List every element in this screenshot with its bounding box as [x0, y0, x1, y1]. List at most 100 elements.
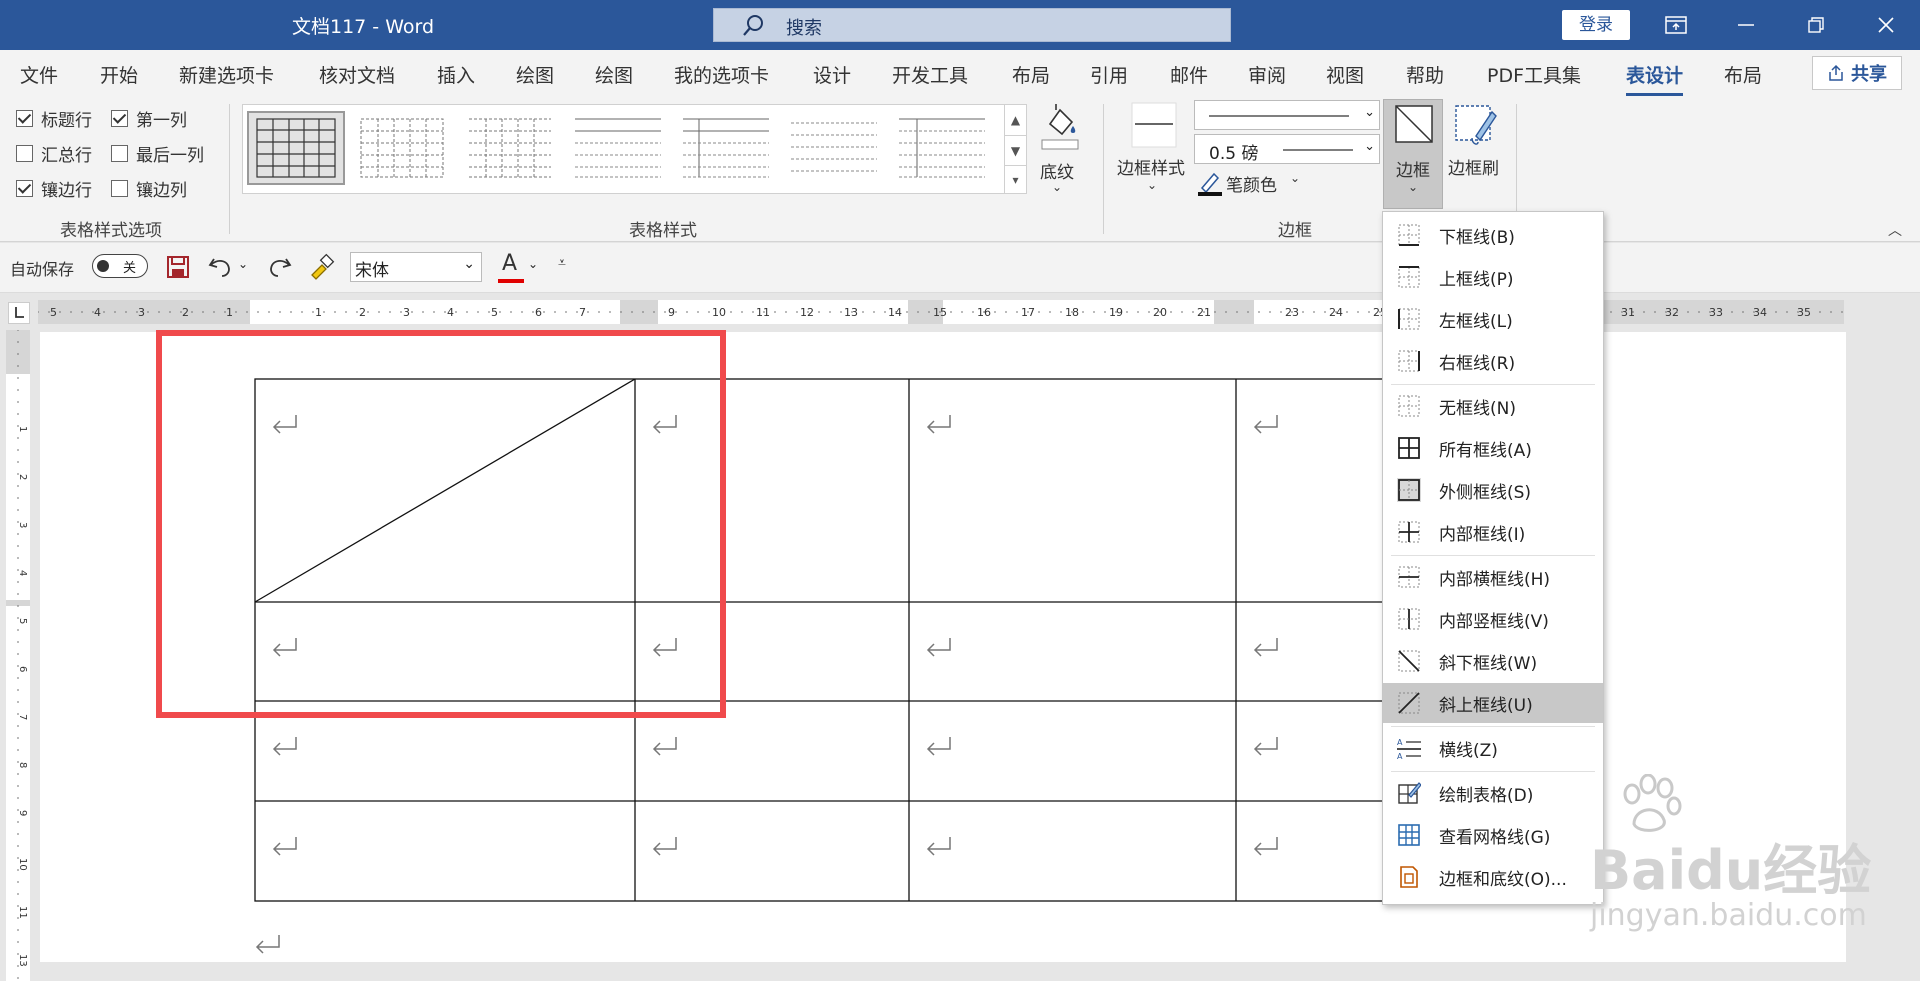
- collapse-ribbon-chevron-icon[interactable]: ︿: [1888, 220, 1902, 240]
- gallery-scroll-down[interactable]: ▼: [1004, 135, 1026, 165]
- tab-pdf-tools[interactable]: PDF工具集: [1487, 61, 1581, 88]
- menu-item-right-border[interactable]: 右框线(R): [1383, 341, 1603, 381]
- font-color-button[interactable]: A: [498, 249, 528, 285]
- table-style-7[interactable]: [893, 111, 991, 185]
- vertical-ruler[interactable]: 1 2 3 4 5 6 7 8 9 10 11 13: [6, 329, 30, 981]
- table-style-3[interactable]: [461, 111, 559, 185]
- table-style-thumbnail: [899, 118, 985, 178]
- pen-weight-value: 0.5 磅: [1209, 144, 1259, 164]
- menu-item-no-border[interactable]: 无框线(N): [1383, 386, 1603, 426]
- border-painter-button[interactable]: 边框刷: [1446, 102, 1508, 202]
- left-tab-icon: [15, 307, 24, 318]
- save-icon[interactable]: [166, 255, 190, 279]
- chevron-down-icon: ⌄: [1290, 171, 1301, 185]
- checkbox-last-column[interactable]: 最后一列: [111, 141, 204, 166]
- gallery-more[interactable]: ▾: [1004, 165, 1026, 193]
- tab-mailings[interactable]: 邮件: [1170, 61, 1208, 88]
- tab-home[interactable]: 开始: [100, 61, 138, 88]
- redo-icon[interactable]: [266, 255, 292, 279]
- shading-button[interactable]: 底纹 ⌄: [1034, 100, 1084, 205]
- checkbox-banded-rows[interactable]: 镶边行: [16, 176, 92, 201]
- autosave-toggle[interactable]: 关: [92, 254, 148, 278]
- svg-text:A: A: [1397, 752, 1403, 760]
- tab-layout[interactable]: 布局: [1012, 61, 1050, 88]
- share-button[interactable]: 共享: [1812, 56, 1902, 90]
- ruler-label: 9: [17, 810, 28, 816]
- tab-insert[interactable]: 插入: [437, 61, 475, 88]
- paragraph-mark-icon: [926, 737, 951, 756]
- checkbox-label: 镶边行: [41, 181, 92, 201]
- minimize-button[interactable]: [1716, 4, 1776, 46]
- tab-design[interactable]: 设计: [813, 61, 851, 88]
- table-style-grid-selected[interactable]: [247, 111, 345, 185]
- checkbox-first-column[interactable]: 第一列: [111, 106, 187, 131]
- menu-item-view-gridlines[interactable]: 查看网格线(G): [1383, 815, 1603, 855]
- format-painter-icon[interactable]: [308, 253, 336, 281]
- login-button[interactable]: 登录: [1562, 10, 1630, 40]
- menu-item-bottom-border[interactable]: 下框线(B): [1383, 215, 1603, 255]
- close-button[interactable]: [1856, 4, 1916, 46]
- restore-button[interactable]: [1786, 4, 1846, 46]
- tab-table-design[interactable]: 表设计: [1626, 61, 1684, 96]
- menu-item-top-border[interactable]: 上框线(P): [1383, 257, 1603, 297]
- borders-button[interactable]: 边框 ⌄: [1383, 99, 1443, 209]
- chevron-down-icon: ⌄: [463, 256, 475, 272]
- all-borders-icon: [1398, 437, 1420, 459]
- tab-draw-1[interactable]: 绘图: [516, 61, 554, 88]
- tab-my-tab[interactable]: 我的选项卡: [674, 61, 769, 88]
- tab-developer[interactable]: 开发工具: [892, 61, 968, 88]
- table-style-4[interactable]: [569, 111, 667, 185]
- menu-item-borders-and-shading[interactable]: 边框和底纹(O)...: [1383, 857, 1603, 897]
- undo-icon[interactable]: [208, 255, 234, 279]
- ruler-label: 1: [226, 306, 233, 319]
- tab-view[interactable]: 视图: [1326, 61, 1364, 88]
- customize-toolbar-icon[interactable]: ⩡: [558, 255, 566, 271]
- checkbox-label: 标题行: [41, 111, 92, 131]
- tab-help[interactable]: 帮助: [1406, 61, 1444, 88]
- menu-item-horizontal-line[interactable]: AA 横线(Z): [1383, 728, 1603, 768]
- menu-item-inside-horizontal-border[interactable]: 内部横框线(H): [1383, 557, 1603, 597]
- checkbox-total-row[interactable]: 汇总行: [16, 141, 92, 166]
- border-painter-icon: [1455, 105, 1497, 145]
- tab-draw-2[interactable]: 绘图: [595, 61, 633, 88]
- chevron-down-icon: ⌄: [1364, 139, 1375, 154]
- tab-table-layout[interactable]: 布局: [1724, 61, 1762, 88]
- tab-review[interactable]: 审阅: [1248, 61, 1286, 88]
- table-styles-gallery: ▲ ▼ ▾: [242, 104, 1027, 194]
- tab-new-tab[interactable]: 新建选项卡: [179, 61, 274, 88]
- border-styles-button[interactable]: 边框样式 ⌄: [1113, 102, 1193, 202]
- tab-check-document[interactable]: 核对文档: [319, 61, 395, 88]
- ruler-label: 4: [94, 306, 101, 319]
- search-box[interactable]: 搜索: [713, 8, 1231, 42]
- pen-weight-dropdown[interactable]: 0.5 磅 ⌄: [1194, 134, 1380, 164]
- menu-item-all-borders[interactable]: 所有框线(A): [1383, 428, 1603, 468]
- menu-item-left-border[interactable]: 左框线(L): [1383, 299, 1603, 339]
- font-color-chevron-icon[interactable]: ⌄: [528, 257, 538, 271]
- pen-color-button[interactable]: 笔颜色 ⌄: [1198, 170, 1318, 198]
- ruler-label: 5: [491, 306, 498, 319]
- font-name-dropdown[interactable]: 宋体 ⌄: [350, 252, 482, 282]
- ruler-label: 10: [712, 306, 726, 319]
- checkbox-banded-columns[interactable]: 镶边列: [111, 176, 187, 201]
- table-style-6[interactable]: [785, 111, 883, 185]
- checkbox-icon: [16, 110, 33, 127]
- line-style-dropdown[interactable]: ⌄: [1194, 100, 1380, 130]
- tab-file[interactable]: 文件: [20, 61, 58, 88]
- undo-dropdown-chevron-icon[interactable]: ⌄: [238, 257, 248, 271]
- menu-item-diagonal-up-border[interactable]: 斜上框线(U): [1383, 683, 1603, 723]
- menu-item-inside-borders[interactable]: 内部框线(I): [1383, 512, 1603, 552]
- gallery-scroll-up[interactable]: ▲: [1004, 105, 1026, 135]
- pen-weight-preview: [1283, 149, 1353, 151]
- tab-references[interactable]: 引用: [1090, 61, 1128, 88]
- table-style-2[interactable]: [353, 111, 451, 185]
- checkbox-header-row[interactable]: 标题行: [16, 106, 92, 131]
- menu-item-diagonal-down-border[interactable]: 斜下框线(W): [1383, 641, 1603, 681]
- table-style-5[interactable]: [677, 111, 775, 185]
- paragraph-mark-icon: [926, 837, 951, 856]
- ribbon-display-options-button[interactable]: [1646, 4, 1706, 46]
- menu-item-inside-vertical-border[interactable]: 内部竖框线(V): [1383, 599, 1603, 639]
- font-color-letter: A: [502, 251, 518, 276]
- tab-selector[interactable]: [8, 302, 30, 324]
- menu-item-draw-table[interactable]: 绘制表格(D): [1383, 773, 1603, 813]
- menu-item-outside-borders[interactable]: 外侧框线(S): [1383, 470, 1603, 510]
